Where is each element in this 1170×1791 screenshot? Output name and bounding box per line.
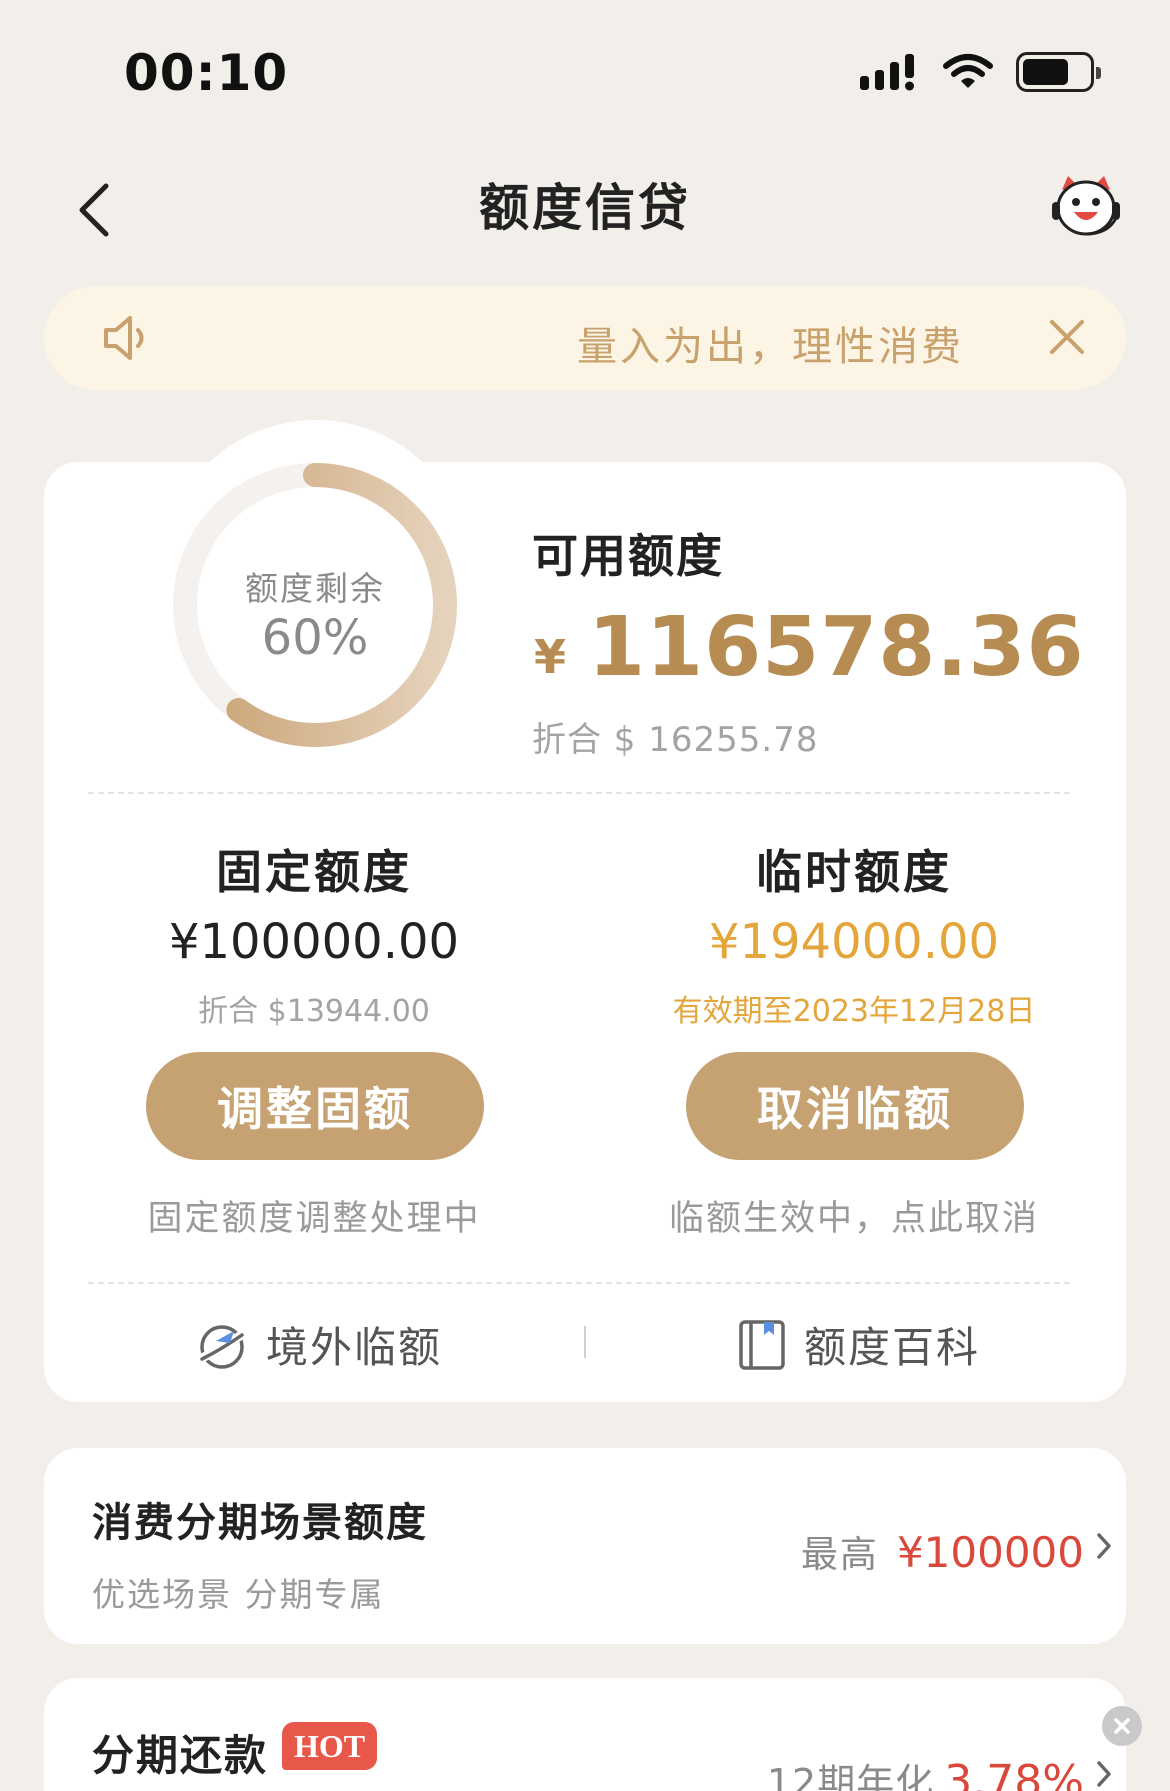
available-credit-title: 可用额度 [532,529,724,583]
fixed-credit-note[interactable]: 固定额度调整处理中 [64,1190,564,1241]
notice-bar: 量入为出，理性消费 [44,286,1126,390]
overseas-temporary-link[interactable]: 境外临额 [196,1314,442,1375]
status-icons [860,52,1101,92]
repay-title: 分期还款 [92,1731,269,1780]
floating-close-icon[interactable] [1102,1706,1142,1746]
chevron-right-icon[interactable] [1094,1758,1114,1790]
ring-label: 额度剩余 [245,569,385,608]
available-credit-amount: 116578.36 [588,600,1085,695]
speaker-icon [104,316,144,360]
adjust-fixed-button[interactable]: 调整固额 [146,1052,484,1160]
repay-rate: 12期年化 3.78% [767,1752,1084,1791]
installment-max-amount: ¥100000 [896,1528,1084,1577]
fixed-credit-amount: ¥100000.00 [168,914,460,970]
notice-text: 量入为出，理性消费 [577,324,964,370]
battery-icon [1016,52,1101,92]
book-icon [739,1319,785,1370]
installment-title: 消费分期场景额度 [92,1500,428,1546]
repay-rate-value: 3.78% [944,1756,1084,1791]
status-time: 00:10 [124,44,289,102]
page-title: 额度信贷 [479,179,691,237]
divider [88,1282,1070,1284]
temporary-credit-amount: ¥194000.00 [708,914,1000,970]
available-currency: ¥ [534,630,567,684]
wifi-icon [943,54,993,88]
credit-encyclopedia-link[interactable]: 额度百科 [738,1314,980,1375]
divider [88,792,1070,794]
temporary-credit-note[interactable]: 临额生效中，点此取消 [604,1190,1104,1241]
fixed-credit-usd: 折合 $13944.00 [198,994,430,1029]
temporary-credit-validity: 有效期至2023年12月28日 [672,994,1036,1029]
installment-subtitle: 优选场景 分期专属 [92,1575,385,1614]
temporary-credit-title: 临时额度 [756,845,952,899]
overseas-temporary-label: 境外临额 [266,1323,443,1372]
cellular-signal-icon [860,54,914,91]
ring-value: 60% [261,610,369,666]
repay-period: 12期年化 [766,1761,935,1791]
chevron-right-icon[interactable] [1094,1530,1114,1562]
cancel-temporary-button[interactable]: 取消临额 [686,1052,1024,1160]
available-credit-usd: 折合 $ 16255.78 [532,720,819,760]
link-separator [584,1326,586,1358]
credit-encyclopedia-label: 额度百科 [804,1323,981,1372]
installment-max: 最高 ¥100000 [801,1524,1084,1578]
close-icon[interactable] [1042,312,1092,362]
installment-max-label: 最高 [800,1533,879,1576]
plane-globe-icon [198,1324,247,1369]
customer-service-mascot-icon[interactable] [1050,172,1122,238]
fixed-credit-title: 固定额度 [216,845,412,899]
hot-badge: HOT [282,1722,378,1770]
